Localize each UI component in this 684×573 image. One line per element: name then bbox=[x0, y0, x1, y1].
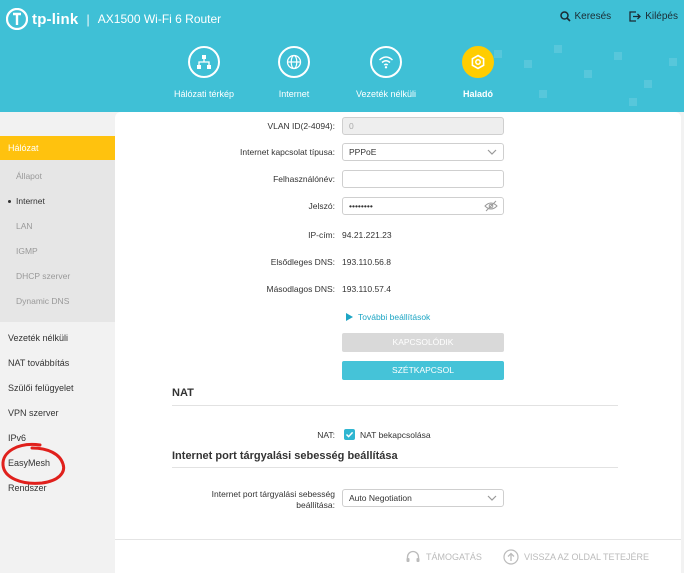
conn-type-label: Internet kapcsolat típusa: bbox=[240, 147, 335, 157]
advanced-settings-link[interactable]: További beállítások bbox=[346, 312, 430, 322]
support-link[interactable]: TÁMOGATÁS bbox=[405, 540, 482, 573]
speed-label-line1: Internet port tárgyalási sebesség bbox=[211, 489, 335, 499]
sidebar: Hálózat Állapot Internet LAN IGMP DHCP s… bbox=[0, 112, 115, 572]
sidebar-item-easymesh[interactable]: EasyMesh bbox=[0, 451, 115, 476]
tp-link-logo-icon bbox=[6, 8, 28, 30]
vlan-label: VLAN ID(2-4094): bbox=[267, 121, 335, 131]
triangle-right-icon bbox=[346, 313, 353, 321]
network-map-icon bbox=[197, 55, 211, 69]
username-input[interactable] bbox=[342, 170, 504, 188]
connect-button[interactable]: KAPCSOLÓDIK bbox=[342, 333, 504, 352]
speed-divider bbox=[172, 467, 618, 468]
sidebar-item-igmp[interactable]: IGMP bbox=[0, 239, 115, 264]
support-label: TÁMOGATÁS bbox=[426, 551, 482, 562]
advanced-gear-icon bbox=[471, 54, 485, 70]
speed-label: Internet port tárgyalási sebesség beállí… bbox=[212, 489, 335, 511]
headset-icon bbox=[406, 550, 420, 562]
conn-type-value: PPPoE bbox=[349, 147, 377, 157]
nat-section-title: NAT bbox=[172, 387, 194, 399]
sidebar-item-parental-controls[interactable]: Szülői felügyelet bbox=[0, 376, 115, 401]
sidebar-item-nat-forwarding[interactable]: NAT továbbítás bbox=[0, 351, 115, 376]
vlan-input[interactable]: 0 bbox=[342, 117, 504, 135]
nat-label: NAT: bbox=[317, 430, 335, 440]
dns1-value: 193.110.56.8 bbox=[342, 257, 391, 267]
dns2-value: 193.110.57.4 bbox=[342, 284, 391, 294]
brand-name: tp-link bbox=[32, 10, 79, 28]
username-label: Felhasználónév: bbox=[273, 174, 335, 184]
globe-icon bbox=[286, 54, 302, 70]
main-panel: VLAN ID(2-4094): 0 Internet kapcsolat tí… bbox=[115, 112, 681, 539]
nav-label: Vezeték nélküli bbox=[355, 89, 417, 99]
search-button[interactable]: Keresés bbox=[559, 11, 612, 22]
sidebar-item-system[interactable]: Rendszer bbox=[0, 476, 115, 501]
sidebar-item-internet[interactable]: Internet bbox=[0, 189, 115, 214]
nav-wireless[interactable]: Vezeték nélküli bbox=[340, 46, 432, 99]
vlan-value: 0 bbox=[349, 121, 354, 131]
dns1-label: Elsődleges DNS: bbox=[270, 257, 335, 267]
password-input[interactable]: •••••••• bbox=[342, 197, 504, 215]
sidebar-item-wireless[interactable]: Vezeték nélküli bbox=[0, 326, 115, 351]
top-links: Keresés Kilépés bbox=[559, 11, 678, 22]
ip-label: IP-cím: bbox=[308, 230, 335, 240]
logout-icon bbox=[629, 11, 642, 22]
search-icon bbox=[559, 11, 571, 22]
password-value: •••••••• bbox=[349, 201, 373, 211]
conn-type-select[interactable]: PPPoE bbox=[342, 143, 504, 161]
nav-network-map[interactable]: Hálózati térkép bbox=[160, 46, 248, 99]
sidebar-section-network[interactable]: Hálózat bbox=[0, 136, 115, 160]
sidebar-submenu: Állapot Internet LAN IGMP DHCP szerver D… bbox=[0, 160, 115, 322]
nav-label: Haladó bbox=[462, 89, 493, 99]
advanced-settings-label: További beállítások bbox=[358, 312, 431, 322]
eye-hidden-icon[interactable] bbox=[484, 200, 498, 212]
speed-section-title: Internet port tárgyalási sebesség beállí… bbox=[172, 450, 398, 462]
router-model: AX1500 Wi-Fi 6 Router bbox=[97, 12, 222, 26]
sidebar-item-vpn-server[interactable]: VPN szerver bbox=[0, 401, 115, 426]
arrow-up-circle-icon bbox=[503, 548, 519, 565]
sidebar-item-status[interactable]: Állapot bbox=[0, 164, 115, 189]
chevron-down-icon bbox=[487, 495, 497, 501]
back-to-top-label: VISSZA AZ OLDAL TETEJÉRE bbox=[524, 551, 650, 562]
back-to-top-link[interactable]: VISSZA AZ OLDAL TETEJÉRE bbox=[503, 540, 649, 573]
logout-label: Kilépés bbox=[645, 11, 678, 22]
chevron-down-icon bbox=[487, 149, 497, 155]
brand: tp-link | AX1500 Wi-Fi 6 Router bbox=[6, 8, 221, 30]
dns2-label: Másodlagos DNS: bbox=[266, 284, 335, 294]
top-header: tp-link | AX1500 Wi-Fi 6 Router Keresés … bbox=[0, 0, 684, 112]
sidebar-item-dhcp-server[interactable]: DHCP szerver bbox=[0, 264, 115, 289]
sidebar-item-ipv6[interactable]: IPv6 bbox=[0, 426, 115, 451]
wifi-icon bbox=[378, 56, 394, 69]
nat-checkbox[interactable] bbox=[344, 429, 355, 440]
sidebar-menu: Vezeték nélküli NAT továbbítás Szülői fe… bbox=[0, 322, 115, 501]
ip-value: 94.21.221.23 bbox=[342, 230, 392, 240]
logout-button[interactable]: Kilépés bbox=[629, 11, 678, 22]
main-nav: Hálózati térkép Internet Vezeték nélküli… bbox=[160, 46, 524, 99]
speed-label-line2: beállítása: bbox=[296, 500, 335, 510]
footer: TÁMOGATÁS VISSZA AZ OLDAL TETEJÉRE bbox=[115, 539, 681, 573]
brand-separator: | bbox=[86, 11, 90, 27]
speed-select[interactable]: Auto Negotiation bbox=[342, 489, 504, 507]
password-label: Jelszó: bbox=[308, 201, 335, 211]
nav-internet[interactable]: Internet bbox=[248, 46, 340, 99]
nav-advanced[interactable]: Haladó bbox=[432, 46, 524, 99]
nat-checkbox-label: NAT bekapcsolása bbox=[360, 430, 431, 440]
nat-divider bbox=[172, 405, 618, 406]
sidebar-item-lan[interactable]: LAN bbox=[0, 214, 115, 239]
sidebar-item-dynamic-dns[interactable]: Dynamic DNS bbox=[0, 289, 115, 314]
checkmark-icon bbox=[345, 431, 354, 438]
nav-label: Hálózati térkép bbox=[173, 89, 235, 99]
nav-label: Internet bbox=[278, 89, 310, 99]
search-label: Keresés bbox=[574, 11, 612, 22]
speed-value: Auto Negotiation bbox=[349, 493, 412, 503]
disconnect-button[interactable]: SZÉTKAPCSOL bbox=[342, 361, 504, 380]
